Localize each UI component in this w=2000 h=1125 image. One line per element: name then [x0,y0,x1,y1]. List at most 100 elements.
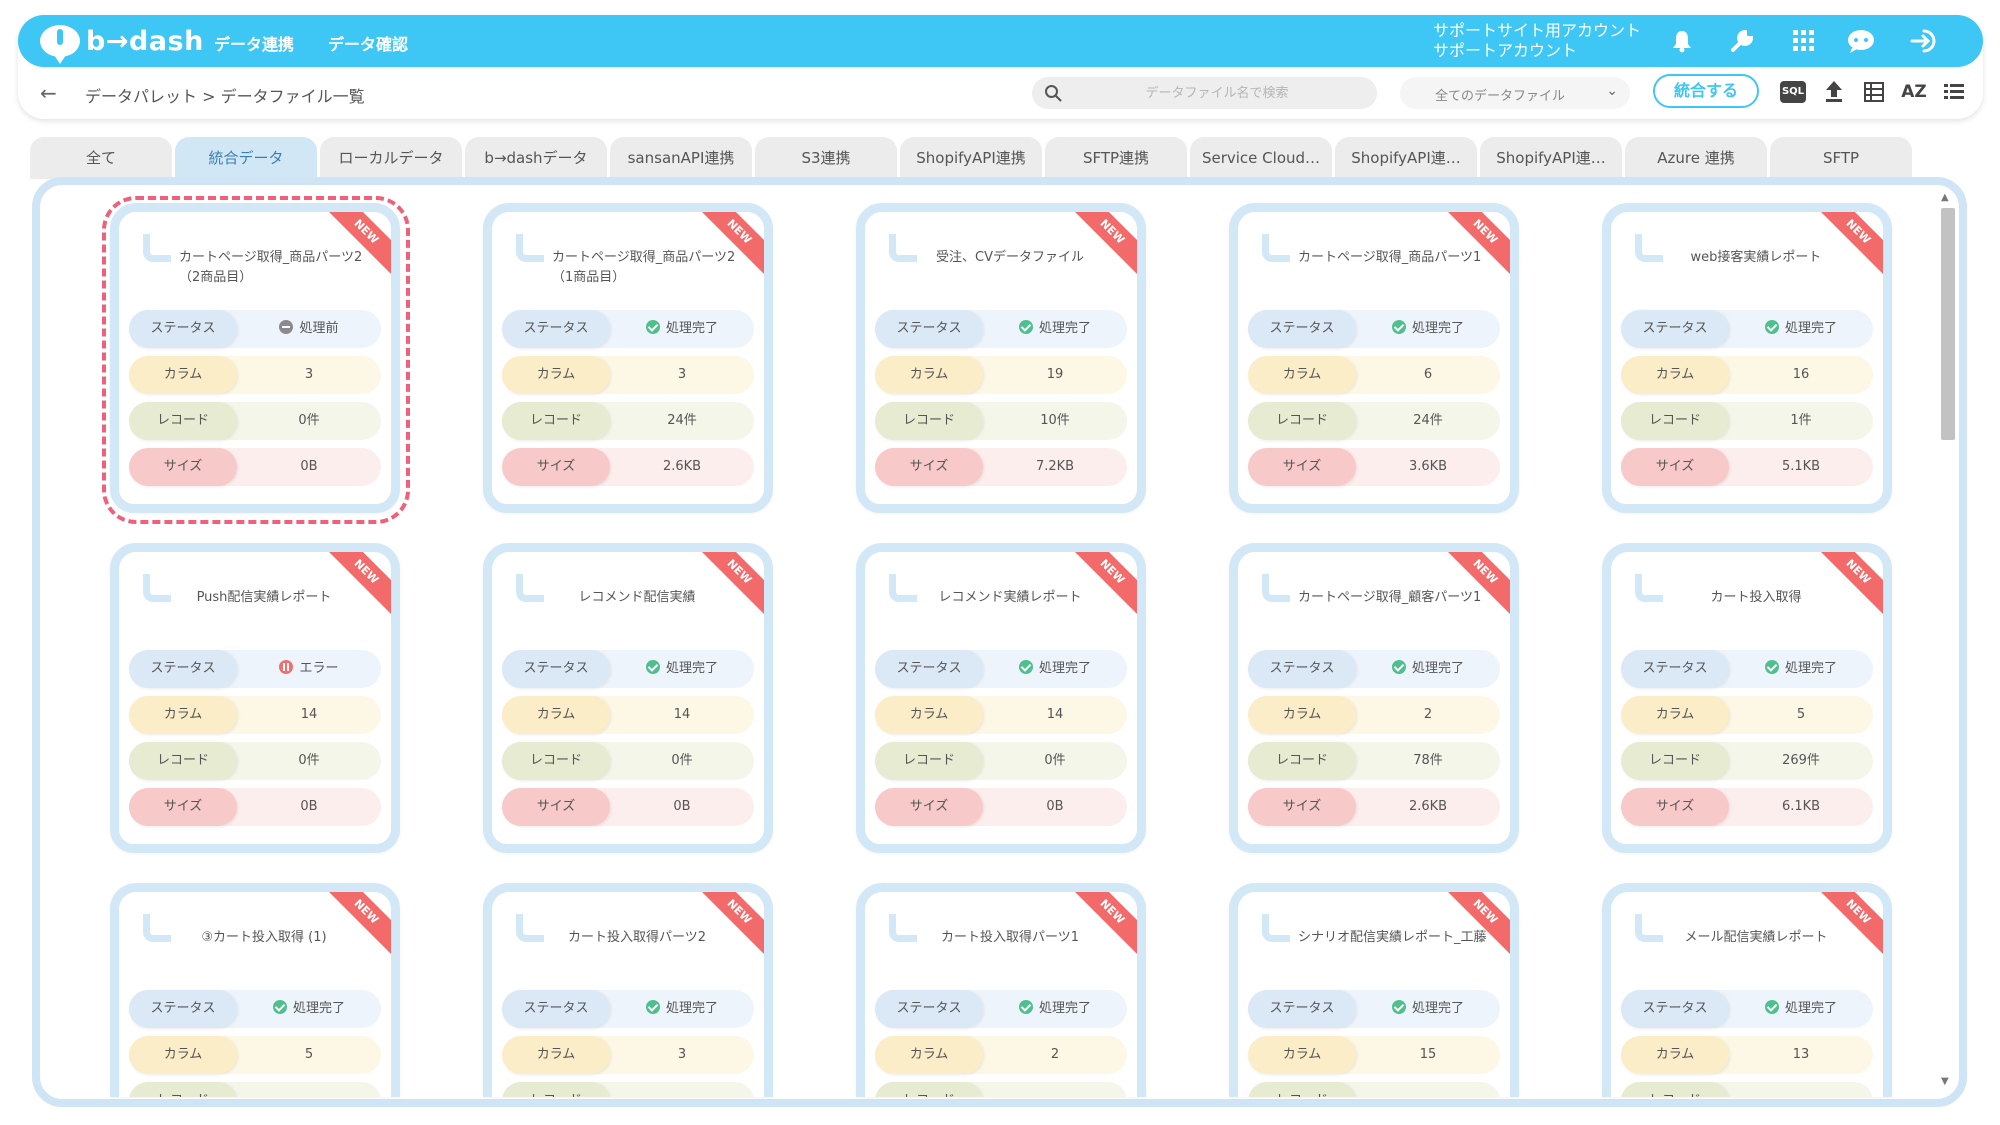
data-file-card[interactable]: NEW レコメンド配信実績 ステータス 処理完了 カラム 14 レコード 0件 サイズ 0B [483,543,773,853]
record-row: レコード 0件 [129,402,381,440]
check-circle-icon [645,660,660,674]
status-row: ステータス 処理前 [129,310,381,348]
tab-azure[interactable]: Azure 連携 [1625,137,1767,179]
tab-all[interactable]: 全て [30,137,172,179]
status-text: 処理完了 [1411,321,1464,336]
bell-icon[interactable] [1665,25,1699,57]
status-label: ステータス [129,990,237,1028]
table-view-icon[interactable] [1859,77,1889,107]
check-circle-icon [1018,660,1033,674]
record-value: 269件 [1782,753,1820,768]
status-value: 処理完了 [1356,650,1500,688]
record-row: レコード [502,1082,754,1097]
size-row: サイズ 2.6KB [502,448,754,486]
status-row: ステータス 処理完了 [502,310,754,348]
account-info[interactable]: サポートサイト用アカウント サポートアカウント [1433,21,1641,61]
scroll-up-icon[interactable]: ▲ [1941,192,1949,203]
record-row: レコード [1248,1082,1500,1097]
file-filter-value: 全てのデータファイル [1434,89,1565,104]
size-label: サイズ [129,788,237,826]
status-value: 処理完了 [983,990,1127,1028]
status-row: ステータス 処理完了 [1621,650,1873,688]
status-text: 処理完了 [1038,321,1091,336]
tab-s3[interactable]: S3連携 [755,137,897,179]
tab-sftp[interactable]: SFTP [1770,137,1912,179]
column-value: 3 [677,367,687,382]
sort-az-icon[interactable]: AZ [1899,77,1929,107]
tab-local[interactable]: ローカルデータ [320,137,462,179]
logout-icon[interactable] [1907,25,1941,57]
data-file-card[interactable]: NEW レコメンド実績レポート ステータス 処理完了 カラム 14 レコード 0件 サイズ 0B [856,543,1146,853]
record-label: レコード [129,1082,237,1097]
data-file-card[interactable]: NEW web接客実績レポート ステータス 処理完了 カラム 16 レコード 1件 サイズ 5.1… [1602,203,1892,513]
logo[interactable]: b→dash [40,23,204,64]
scroll-down-icon[interactable]: ▼ [1941,1076,1949,1087]
size-row: サイズ 0B [129,788,381,826]
tab-sansan[interactable]: sansanAPI連携 [610,137,752,179]
account-line2: サポートアカウント [1433,41,1578,60]
sql-label: SQL [1780,81,1806,103]
tab-service-cloud[interactable]: Service Cloud… [1190,137,1332,179]
nav-data-check[interactable]: データ確認 [328,31,408,55]
data-file-card[interactable]: NEW カートページ取得_商品パーツ2（2商品目） ステータス 処理前 カラム 3 レコード… [110,203,400,513]
size-label: サイズ [502,448,610,486]
card-title: 受注、CVデータファイル [936,250,1084,265]
support-chat-icon[interactable] [1844,25,1878,57]
status-label: ステータス [875,990,983,1028]
data-file-card[interactable]: NEWカート投入取得パーツ2ステータス処理完了カラム3レコードサイズ [483,883,773,1097]
size-value: 2.6KB [1408,799,1448,814]
column-label: カラム [875,356,983,394]
status-value: 処理完了 [1356,310,1500,348]
size-label: サイズ [129,448,237,486]
status-label: ステータス [129,310,237,348]
column-value: 6 [1423,367,1433,382]
list-view-icon[interactable] [1939,77,1969,107]
file-filter-select[interactable]: 全てのデータファイル ⌄ [1400,77,1630,109]
column-value: 15 [1419,1047,1437,1062]
data-file-card[interactable]: NEW カートページ取得_顧客パーツ1 ステータス 処理完了 カラム 2 レコード 78件 サイ… [1229,543,1519,853]
status-row: ステータス 処理完了 [1621,990,1873,1028]
data-file-card[interactable]: NEW Push配信実績レポート ステータス エラー カラム 14 レコード 0件 サイズ 0B [110,543,400,853]
merge-button[interactable]: 統合する [1653,74,1759,108]
tab-shopify-2[interactable]: ShopifyAPI連… [1335,137,1477,179]
data-file-card[interactable]: NEW カートページ取得_商品パーツ1 ステータス 処理完了 カラム 6 レコード 24件 サイ… [1229,203,1519,513]
data-file-card[interactable]: NEW カートページ取得_商品パーツ2（1商品目） ステータス 処理完了 カラム 3 レコー… [483,203,773,513]
record-label: レコード [502,742,610,780]
tab-integrated[interactable]: 統合データ [175,137,317,179]
column-row: カラム 16 [1621,356,1873,394]
tab-bdash[interactable]: b→dashデータ [465,137,607,179]
wrench-icon[interactable] [1725,25,1759,57]
nav-data-link[interactable]: データ連携 [214,31,294,55]
logo-icon [40,25,80,64]
size-value: 7.2KB [1035,459,1075,474]
record-value: 10件 [1040,413,1070,428]
data-file-card[interactable]: NEW カート投入取得 ステータス 処理完了 カラム 5 レコード 269件 サイズ 6.1KB [1602,543,1892,853]
size-row: サイズ 6.1KB [1621,788,1873,826]
status-label: ステータス [875,650,983,688]
tab-shopify-3[interactable]: ShopifyAPI連… [1480,137,1622,179]
data-file-card[interactable]: NEWカート投入取得パーツ1ステータス処理完了カラム2レコードサイズ [856,883,1146,1097]
minus-circle-icon [279,320,294,334]
status-row: ステータス 処理完了 [502,990,754,1028]
grid-icon[interactable] [1787,25,1821,57]
record-label: レコード [1621,402,1729,440]
card-title: web接客実績レポート [1690,250,1822,265]
data-file-card[interactable]: NEW 受注、CVデータファイル ステータス 処理完了 カラム 19 レコード 10件 サイズ 7… [856,203,1146,513]
status-value: 処理完了 [1729,650,1873,688]
logo-text: b→dash [86,25,204,57]
data-file-card[interactable]: NEW③カート投入取得 (1)ステータス処理完了カラム5レコードサイズ [110,883,400,1097]
back-arrow-icon[interactable]: ← [40,81,57,105]
search-input[interactable] [1072,77,1362,109]
scrollbar-thumb[interactable] [1941,208,1955,440]
column-row: カラム 6 [1248,356,1500,394]
record-row: レコード [875,1082,1127,1097]
data-file-card[interactable]: NEWシナリオ配信実績レポート_工藤ステータス処理完了カラム15レコードサイズ [1229,883,1519,1097]
tab-shopify[interactable]: ShopifyAPI連携 [900,137,1042,179]
tab-sftp-link[interactable]: SFTP連携 [1045,137,1187,179]
sql-icon[interactable]: SQL [1778,77,1808,107]
upload-icon[interactable] [1819,77,1849,107]
data-file-card[interactable]: NEWメール配信実績レポートステータス処理完了カラム13レコードサイズ [1602,883,1892,1097]
status-row: ステータス 処理完了 [875,310,1127,348]
record-row: レコード 0件 [875,742,1127,780]
column-value: 14 [300,707,318,722]
